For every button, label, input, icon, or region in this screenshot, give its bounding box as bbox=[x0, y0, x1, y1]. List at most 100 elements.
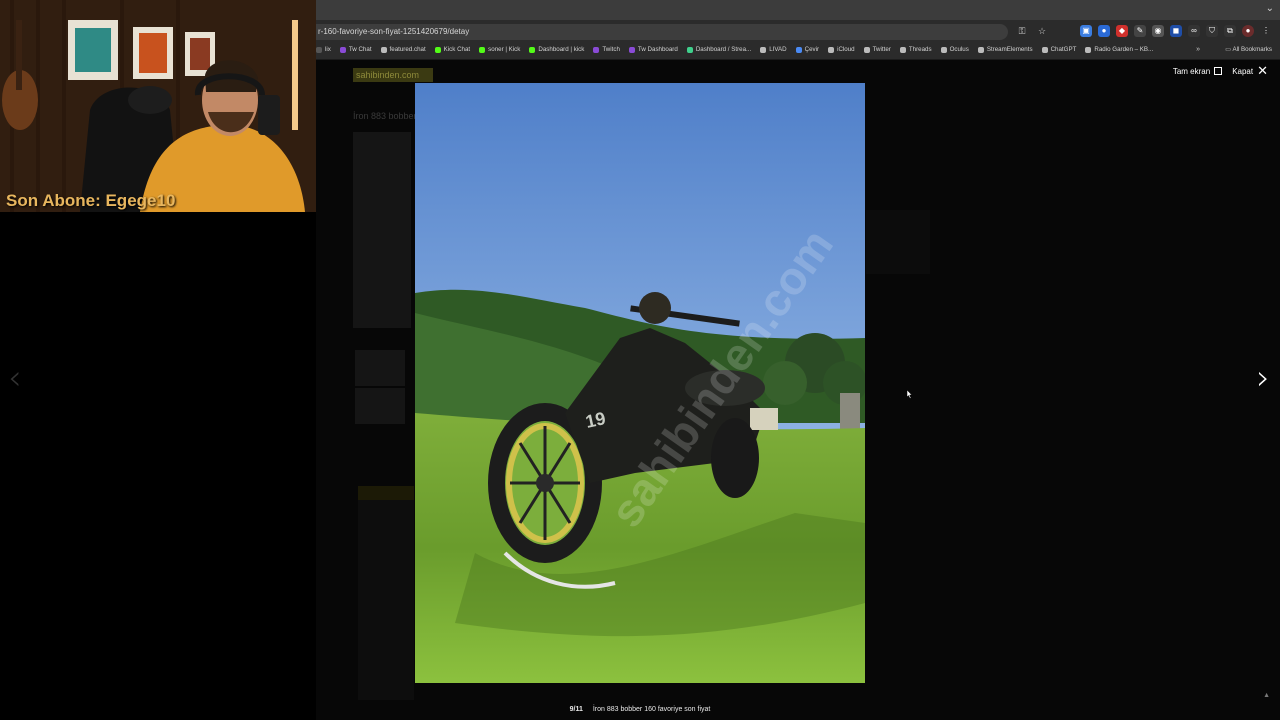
fullscreen-label: Tam ekran bbox=[1172, 66, 1211, 76]
contact-button bbox=[358, 486, 414, 500]
bookmark-favicon-icon bbox=[940, 46, 947, 53]
bookmark-item[interactable]: Oculus bbox=[940, 46, 969, 53]
bookmark-label: Tw Chat bbox=[348, 46, 372, 53]
bookmark-label: Tw Dashboard bbox=[637, 46, 678, 53]
previous-image-button[interactable]: ‹ bbox=[8, 360, 22, 396]
puzzle-icon[interactable]: ⧉ bbox=[1224, 25, 1236, 37]
bookmark-label: iCloud bbox=[837, 46, 855, 53]
extension-icon[interactable]: ● bbox=[1098, 25, 1110, 37]
bookmarks-bar: lix Tw Chat featured.chat Kick Chat soner | … bbox=[316, 44, 1280, 60]
close-button[interactable]: Kapat ✕ bbox=[1232, 63, 1268, 78]
extension-icon[interactable]: ◉ bbox=[1152, 25, 1164, 37]
thumbnail bbox=[355, 350, 405, 386]
bookmark-label: Threads bbox=[908, 46, 932, 53]
bookmark-item[interactable]: LIVAD bbox=[760, 46, 787, 53]
fullscreen-icon bbox=[1214, 67, 1223, 75]
bookmark-label: Twitch bbox=[602, 46, 620, 53]
thumbnail bbox=[355, 388, 405, 424]
image-caption-bar: 9/11 İron 883 bobber 160 favoriye son fi… bbox=[0, 706, 1280, 713]
bookmark-favicon-icon bbox=[760, 46, 767, 53]
browser-tab-strip: ⌄ bbox=[316, 0, 1280, 20]
extensions-area: ▣ ● ◆ ✎ ◉ ◼ ∞ ⛉ ⧉ ● ⋮ bbox=[1080, 25, 1272, 37]
bookmark-favicon-icon bbox=[828, 46, 835, 53]
avatar[interactable]: ● bbox=[1242, 25, 1254, 37]
bookmark-favicon-icon bbox=[529, 46, 536, 53]
bookmark-favicon-icon bbox=[593, 46, 600, 53]
bookmark-label: ChatGPT bbox=[1050, 46, 1077, 53]
bookmark-item[interactable]: Tw Dashboard bbox=[628, 46, 678, 53]
bookmark-label: featured.chat bbox=[389, 46, 426, 53]
close-icon: ✕ bbox=[1257, 63, 1268, 78]
key-icon[interactable]: ⚿ bbox=[1016, 25, 1028, 37]
bookmark-favicon-icon bbox=[434, 46, 441, 53]
extension-icon[interactable]: ◆ bbox=[1116, 25, 1128, 37]
streamer-camera-feed bbox=[0, 0, 316, 212]
bookmark-favicon-icon bbox=[863, 46, 870, 53]
browser-toolbar: r-160-favoriye-son-fiyat-1251420679/deta… bbox=[316, 20, 1280, 44]
extension-icon[interactable]: ◼ bbox=[1170, 25, 1182, 37]
kebab-menu-icon[interactable]: ⋮ bbox=[1260, 25, 1272, 37]
info-panel bbox=[866, 210, 930, 274]
bookmark-star-icon[interactable]: ☆ bbox=[1036, 25, 1048, 37]
gallery-placeholder bbox=[353, 132, 411, 328]
listing-title: İron 883 bobber bbox=[353, 111, 417, 121]
extension-icon[interactable]: ∞ bbox=[1188, 25, 1200, 37]
webcam-overlay: Son Abone: Egege10 bbox=[0, 0, 316, 212]
bookmark-item[interactable]: Tw Chat bbox=[339, 46, 372, 53]
bookmark-favicon-icon bbox=[1041, 46, 1048, 53]
all-bookmarks-button[interactable]: ▭ All Bookmarks bbox=[1225, 46, 1272, 53]
close-label: Kapat bbox=[1232, 66, 1254, 76]
listing-photo: 19 sahibinden.com bbox=[415, 83, 865, 683]
bookmark-favicon-icon bbox=[1085, 46, 1092, 53]
mouse-cursor-icon bbox=[906, 390, 912, 399]
bookmark-label: Oculus bbox=[949, 46, 969, 53]
extension-icon[interactable]: ✎ bbox=[1134, 25, 1146, 37]
lightbox-toolbar: Tam ekran Kapat ✕ bbox=[1172, 63, 1268, 78]
shield-icon[interactable]: ⛉ bbox=[1206, 25, 1218, 37]
bookmark-item[interactable]: Kick Chat bbox=[434, 46, 471, 53]
bookmark-item[interactable]: lix bbox=[316, 46, 331, 53]
image-caption: İron 883 bobber 160 favoriye son fiyat bbox=[592, 706, 711, 713]
scroll-up-icon[interactable]: ▲ bbox=[1263, 692, 1270, 699]
bookmark-item[interactable]: Dashboard / Strea... bbox=[686, 46, 752, 53]
bookmark-item[interactable]: StreamElements bbox=[977, 46, 1033, 53]
bookmark-item[interactable]: Çevir bbox=[795, 46, 820, 53]
bookmark-favicon-icon bbox=[628, 46, 635, 53]
bookmark-favicon-icon bbox=[316, 46, 322, 53]
bookmark-item[interactable]: Twitch bbox=[593, 46, 620, 53]
bookmark-item[interactable]: soner | Kick bbox=[479, 46, 520, 53]
bookmark-label: Radio Garden – KB... bbox=[1094, 46, 1154, 53]
address-bar[interactable]: r-160-favoriye-son-fiyat-1251420679/deta… bbox=[316, 24, 1008, 40]
bookmark-label: lix bbox=[325, 46, 331, 53]
bookmark-label: Dashboard / Strea... bbox=[695, 46, 752, 53]
bookmark-item[interactable]: Twitter bbox=[863, 46, 891, 53]
bookmark-favicon-icon bbox=[899, 46, 906, 53]
bookmark-favicon-icon bbox=[686, 46, 693, 53]
bookmark-label: Kick Chat bbox=[443, 46, 471, 53]
more-bookmarks-button[interactable]: » bbox=[1196, 46, 1200, 53]
fullscreen-button[interactable]: Tam ekran bbox=[1172, 66, 1223, 76]
description-block bbox=[358, 500, 414, 700]
bookmark-item[interactable]: ChatGPT bbox=[1041, 46, 1077, 53]
bookmark-item[interactable]: Radio Garden – KB... bbox=[1085, 46, 1153, 53]
bookmark-item[interactable]: Dashboard | kick bbox=[529, 46, 584, 53]
bookmark-favicon-icon bbox=[977, 46, 984, 53]
bookmark-label: LIVAD bbox=[769, 46, 787, 53]
image-counter: 9/11 bbox=[569, 706, 583, 713]
bookmark-label: StreamElements bbox=[986, 46, 1033, 53]
bookmark-label: Çevir bbox=[804, 46, 820, 53]
bookmark-label: soner | Kick bbox=[488, 46, 521, 53]
bookmark-favicon-icon bbox=[339, 46, 346, 53]
extension-icon[interactable]: ▣ bbox=[1080, 25, 1092, 37]
last-subscriber-overlay: Son Abone: Egege10 bbox=[6, 191, 176, 210]
tab-search-chevron-icon[interactable]: ⌄ bbox=[1266, 3, 1274, 14]
bookmark-item[interactable]: iCloud bbox=[828, 46, 855, 53]
bookmark-favicon-icon bbox=[479, 46, 486, 53]
bookmark-label: Dashboard | kick bbox=[538, 46, 585, 53]
site-logo: sahibinden.com bbox=[353, 68, 433, 82]
next-image-button[interactable]: › bbox=[1256, 360, 1270, 396]
bookmark-item[interactable]: featured.chat bbox=[380, 46, 426, 53]
all-bookmarks-label: All Bookmarks bbox=[1232, 46, 1272, 53]
bookmark-favicon-icon bbox=[795, 46, 802, 53]
bookmark-item[interactable]: Threads bbox=[899, 46, 932, 53]
